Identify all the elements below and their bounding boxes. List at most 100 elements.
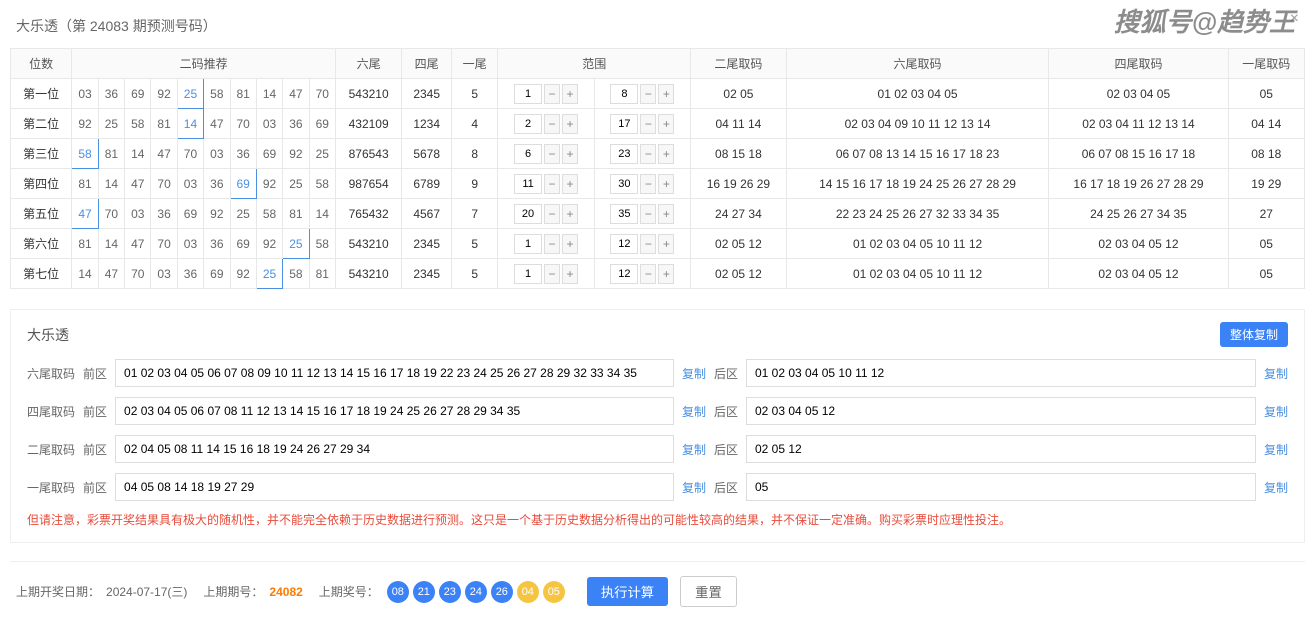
num-cell[interactable]: 36 — [98, 79, 124, 109]
plus-icon[interactable]: + — [562, 204, 578, 224]
close-icon[interactable]: × — [1290, 10, 1299, 28]
num-cell[interactable]: 70 — [177, 139, 203, 169]
num-cell[interactable]: 92 — [151, 79, 177, 109]
plus-icon[interactable]: + — [562, 264, 578, 284]
num-cell[interactable]: 03 — [151, 259, 177, 289]
plus-icon[interactable]: + — [658, 204, 674, 224]
num-cell[interactable]: 47 — [204, 109, 230, 139]
plus-icon[interactable]: + — [658, 234, 674, 254]
num-cell[interactable]: 25 — [177, 79, 203, 109]
num-cell[interactable]: 03 — [256, 109, 282, 139]
num-cell[interactable]: 58 — [204, 79, 230, 109]
range-input[interactable] — [610, 264, 638, 284]
num-cell[interactable]: 03 — [125, 199, 151, 229]
num-cell[interactable]: 14 — [256, 79, 282, 109]
num-cell[interactable]: 14 — [309, 199, 335, 229]
num-cell[interactable]: 47 — [283, 79, 309, 109]
range-input[interactable] — [514, 234, 542, 254]
range-input[interactable] — [610, 234, 638, 254]
num-cell[interactable]: 36 — [230, 139, 256, 169]
minus-icon[interactable]: − — [544, 204, 560, 224]
front-input[interactable] — [115, 435, 674, 463]
range-input[interactable] — [514, 264, 542, 284]
front-input[interactable] — [115, 359, 674, 387]
copy-link[interactable]: 复制 — [682, 441, 706, 458]
minus-icon[interactable]: − — [544, 234, 560, 254]
copy-link[interactable]: 复制 — [682, 365, 706, 382]
range-input[interactable] — [514, 114, 542, 134]
num-cell[interactable]: 81 — [151, 109, 177, 139]
range-input[interactable] — [514, 84, 542, 104]
copy-link[interactable]: 复制 — [1264, 403, 1288, 420]
num-cell[interactable]: 69 — [177, 199, 203, 229]
minus-icon[interactable]: − — [640, 204, 656, 224]
minus-icon[interactable]: − — [544, 84, 560, 104]
num-cell[interactable]: 14 — [72, 259, 98, 289]
plus-icon[interactable]: + — [658, 174, 674, 194]
num-cell[interactable]: 36 — [283, 109, 309, 139]
copy-link[interactable]: 复制 — [1264, 441, 1288, 458]
front-input[interactable] — [115, 473, 674, 501]
num-cell[interactable]: 69 — [256, 139, 282, 169]
range-input[interactable] — [514, 174, 542, 194]
plus-icon[interactable]: + — [562, 174, 578, 194]
back-input[interactable] — [746, 435, 1256, 463]
num-cell[interactable]: 81 — [98, 139, 124, 169]
back-input[interactable] — [746, 473, 1256, 501]
num-cell[interactable]: 58 — [309, 229, 335, 259]
num-cell[interactable]: 47 — [125, 229, 151, 259]
minus-icon[interactable]: − — [640, 144, 656, 164]
num-cell[interactable]: 70 — [98, 199, 124, 229]
num-cell[interactable]: 92 — [283, 139, 309, 169]
num-cell[interactable]: 81 — [283, 199, 309, 229]
num-cell[interactable]: 69 — [230, 169, 256, 199]
num-cell[interactable]: 03 — [72, 79, 98, 109]
front-input[interactable] — [115, 397, 674, 425]
minus-icon[interactable]: − — [544, 174, 560, 194]
num-cell[interactable]: 58 — [309, 169, 335, 199]
num-cell[interactable]: 03 — [177, 229, 203, 259]
minus-icon[interactable]: − — [640, 234, 656, 254]
num-cell[interactable]: 58 — [256, 199, 282, 229]
num-cell[interactable]: 70 — [151, 169, 177, 199]
execute-button[interactable]: 执行计算 — [587, 577, 668, 606]
range-input[interactable] — [514, 204, 542, 224]
num-cell[interactable]: 36 — [204, 229, 230, 259]
copy-link[interactable]: 复制 — [682, 403, 706, 420]
num-cell[interactable]: 69 — [309, 109, 335, 139]
num-cell[interactable]: 92 — [204, 199, 230, 229]
num-cell[interactable]: 70 — [125, 259, 151, 289]
num-cell[interactable]: 03 — [177, 169, 203, 199]
plus-icon[interactable]: + — [658, 114, 674, 134]
num-cell[interactable]: 47 — [98, 259, 124, 289]
num-cell[interactable]: 36 — [204, 169, 230, 199]
num-cell[interactable]: 58 — [125, 109, 151, 139]
num-cell[interactable]: 81 — [72, 169, 98, 199]
num-cell[interactable]: 81 — [309, 259, 335, 289]
range-input[interactable] — [610, 204, 638, 224]
num-cell[interactable]: 47 — [72, 199, 98, 229]
minus-icon[interactable]: − — [640, 174, 656, 194]
copy-link[interactable]: 复制 — [1264, 479, 1288, 496]
plus-icon[interactable]: + — [562, 114, 578, 134]
num-cell[interactable]: 92 — [256, 229, 282, 259]
range-input[interactable] — [610, 174, 638, 194]
num-cell[interactable]: 58 — [72, 139, 98, 169]
copy-all-button[interactable]: 整体复制 — [1220, 322, 1288, 347]
num-cell[interactable]: 69 — [204, 259, 230, 289]
plus-icon[interactable]: + — [562, 144, 578, 164]
num-cell[interactable]: 25 — [283, 169, 309, 199]
plus-icon[interactable]: + — [658, 144, 674, 164]
num-cell[interactable]: 92 — [256, 169, 282, 199]
minus-icon[interactable]: − — [544, 144, 560, 164]
copy-link[interactable]: 复制 — [682, 479, 706, 496]
minus-icon[interactable]: − — [544, 264, 560, 284]
back-input[interactable] — [746, 359, 1256, 387]
num-cell[interactable]: 36 — [177, 259, 203, 289]
minus-icon[interactable]: − — [544, 114, 560, 134]
plus-icon[interactable]: + — [658, 84, 674, 104]
num-cell[interactable]: 25 — [230, 199, 256, 229]
minus-icon[interactable]: − — [640, 264, 656, 284]
num-cell[interactable]: 14 — [125, 139, 151, 169]
num-cell[interactable]: 14 — [177, 109, 203, 139]
